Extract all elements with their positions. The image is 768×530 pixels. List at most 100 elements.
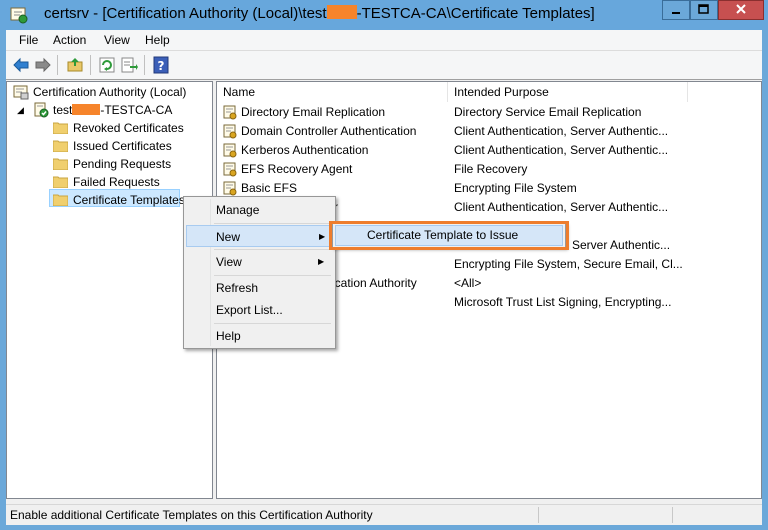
column-header-name[interactable]: Name <box>217 82 448 102</box>
tree-item-label: Certificate Templates <box>73 193 185 207</box>
title-part-1: certsrv - [Certification Authority (Loca… <box>44 5 327 22</box>
title-part-2: -TESTCA-CA\Certificate Templates] <box>356 5 595 22</box>
tree-item-label: Failed Requests <box>73 175 160 189</box>
toolbar: ? <box>6 51 762 80</box>
refresh-icon[interactable] <box>98 56 116 74</box>
console-tree: Certification Authority (Local) ◢ test -T… <box>6 81 213 499</box>
certificate-template-icon <box>223 124 237 139</box>
cell-intended-purpose: Encrypting File System <box>454 181 577 195</box>
export-list-icon[interactable] <box>120 56 138 74</box>
close-button[interactable] <box>718 0 764 20</box>
status-divider <box>538 507 539 523</box>
table-row[interactable]: Kerberos Authentication Client Authentica… <box>217 141 761 160</box>
certificate-template-icon <box>223 181 237 196</box>
cell-name: EFS Recovery Agent <box>241 162 353 176</box>
certificate-template-icon <box>223 143 237 158</box>
minimize-icon <box>672 12 680 14</box>
certificate-template-icon <box>223 162 237 177</box>
tree-ca-label: test -TESTCA-CA <box>53 101 172 119</box>
certificate-template-icon <box>223 105 237 120</box>
context-menu: Manage New ▶ View ▶ Refresh Export List.… <box>183 196 336 349</box>
folder-icon <box>53 176 68 188</box>
menu-view[interactable]: View <box>104 33 130 47</box>
ca-name-prefix: test <box>53 103 73 117</box>
cell-intended-purpose: Client Authentication, Server Authentic.… <box>454 124 669 138</box>
menu-action[interactable]: Action <box>53 33 86 47</box>
menu-item-label: Export List... <box>216 303 283 317</box>
cell-intended-purpose: Client Authentication, Server Authentic.… <box>454 143 669 157</box>
menu-item-label: Help <box>216 329 241 343</box>
cell-name: Kerberos Authentication <box>241 143 369 157</box>
tree-item-label: Issued Certificates <box>73 139 172 153</box>
folder-icon <box>53 140 68 152</box>
menu-item-help[interactable]: Help <box>186 325 333 347</box>
tree-item-label: Revoked Certificates <box>73 121 184 135</box>
back-arrow-icon[interactable] <box>12 56 30 74</box>
menu-separator <box>214 275 331 276</box>
status-bar: Enable additional Certificate Templates … <box>6 504 762 525</box>
svg-text:?: ? <box>158 59 165 73</box>
menu-item-new[interactable]: New ▶ <box>186 225 333 247</box>
cell-intended-purpose: Encrypting File System, Secure Email, Cl… <box>454 257 683 271</box>
menu-item-label: Manage <box>216 203 260 217</box>
menu-bar: File Action View Help <box>6 30 762 51</box>
status-divider <box>672 507 673 523</box>
window-title: certsrv - [Certification Authority (Loca… <box>44 5 595 22</box>
folder-icon <box>53 194 68 206</box>
table-row[interactable]: Directory Email Replication Directory Ser… <box>217 103 761 122</box>
minimize-button[interactable] <box>662 0 690 20</box>
cell-intended-purpose: Directory Service Email Replication <box>454 105 642 119</box>
tree-item-revoked-certificates[interactable]: Revoked Certificates <box>53 119 213 137</box>
submenu-arrow-icon: ▶ <box>319 232 326 241</box>
redaction-mark <box>72 104 101 115</box>
tree-item-ca[interactable]: ◢ test -TESTCA-CA <box>13 101 213 119</box>
table-row[interactable]: Domain Controller Authentication Client A… <box>217 122 761 141</box>
help-icon[interactable]: ? <box>152 56 170 74</box>
menu-item-label: New <box>216 230 241 244</box>
cell-name: Domain Controller Authentication <box>241 124 417 138</box>
title-bar[interactable]: certsrv - [Certification Authority (Loca… <box>0 0 768 30</box>
menu-item-export-list[interactable]: Export List... <box>186 299 333 321</box>
menu-item-manage[interactable]: Manage <box>186 199 333 221</box>
tree-item-issued-certificates[interactable]: Issued Certificates <box>53 137 213 155</box>
annotation-highlight-box <box>329 221 569 250</box>
toolbar-separator <box>144 55 145 75</box>
menu-separator <box>214 249 331 250</box>
menu-help[interactable]: Help <box>145 33 170 47</box>
maximize-icon <box>698 4 709 14</box>
tree-item-label: Pending Requests <box>73 157 172 171</box>
cell-intended-purpose: Client Authentication, Server Authentic.… <box>454 200 669 214</box>
menu-item-label: View <box>216 255 242 269</box>
menu-item-view[interactable]: View ▶ <box>186 251 333 273</box>
redaction-mark <box>326 5 357 19</box>
menu-separator <box>214 323 331 324</box>
cell-intended-purpose: File Recovery <box>454 162 528 176</box>
tree-item-root[interactable]: Certification Authority (Local) <box>13 83 213 101</box>
tree-root-label: Certification Authority (Local) <box>33 85 187 99</box>
submenu-arrow-icon: ▶ <box>318 257 325 266</box>
expand-triangle-icon[interactable]: ◢ <box>17 101 24 119</box>
menu-item-refresh[interactable]: Refresh <box>186 277 333 299</box>
folder-icon <box>53 158 68 170</box>
cell-intended-purpose: Server Authentic... <box>572 238 671 252</box>
status-text: Enable additional Certificate Templates … <box>10 508 373 522</box>
table-row[interactable]: EFS Recovery Agent File Recovery <box>217 160 761 179</box>
folder-icon <box>53 122 68 134</box>
menu-file[interactable]: File <box>19 33 38 47</box>
up-folder-icon[interactable] <box>66 56 84 74</box>
ca-name-suffix: -TESTCA-CA <box>100 103 173 117</box>
tree-item-pending-requests[interactable]: Pending Requests <box>53 155 213 173</box>
app-window: certsrv - [Certification Authority (Loca… <box>0 0 768 530</box>
toolbar-separator <box>57 55 58 75</box>
ca-server-icon <box>34 102 49 118</box>
cell-name: Directory Email Replication <box>241 105 386 119</box>
column-header-intended-purpose[interactable]: Intended Purpose <box>448 82 688 102</box>
mmc-client-area: File Action View Help ? Certification Au… <box>6 30 762 525</box>
cell-intended-purpose: <All> <box>454 276 482 290</box>
cell-name: ication Authority <box>332 276 417 290</box>
certification-authority-icon <box>13 85 29 100</box>
menu-separator <box>214 223 331 224</box>
maximize-button[interactable] <box>690 0 718 20</box>
tree-item-failed-requests[interactable]: Failed Requests <box>53 173 213 191</box>
forward-arrow-icon[interactable] <box>34 56 52 74</box>
